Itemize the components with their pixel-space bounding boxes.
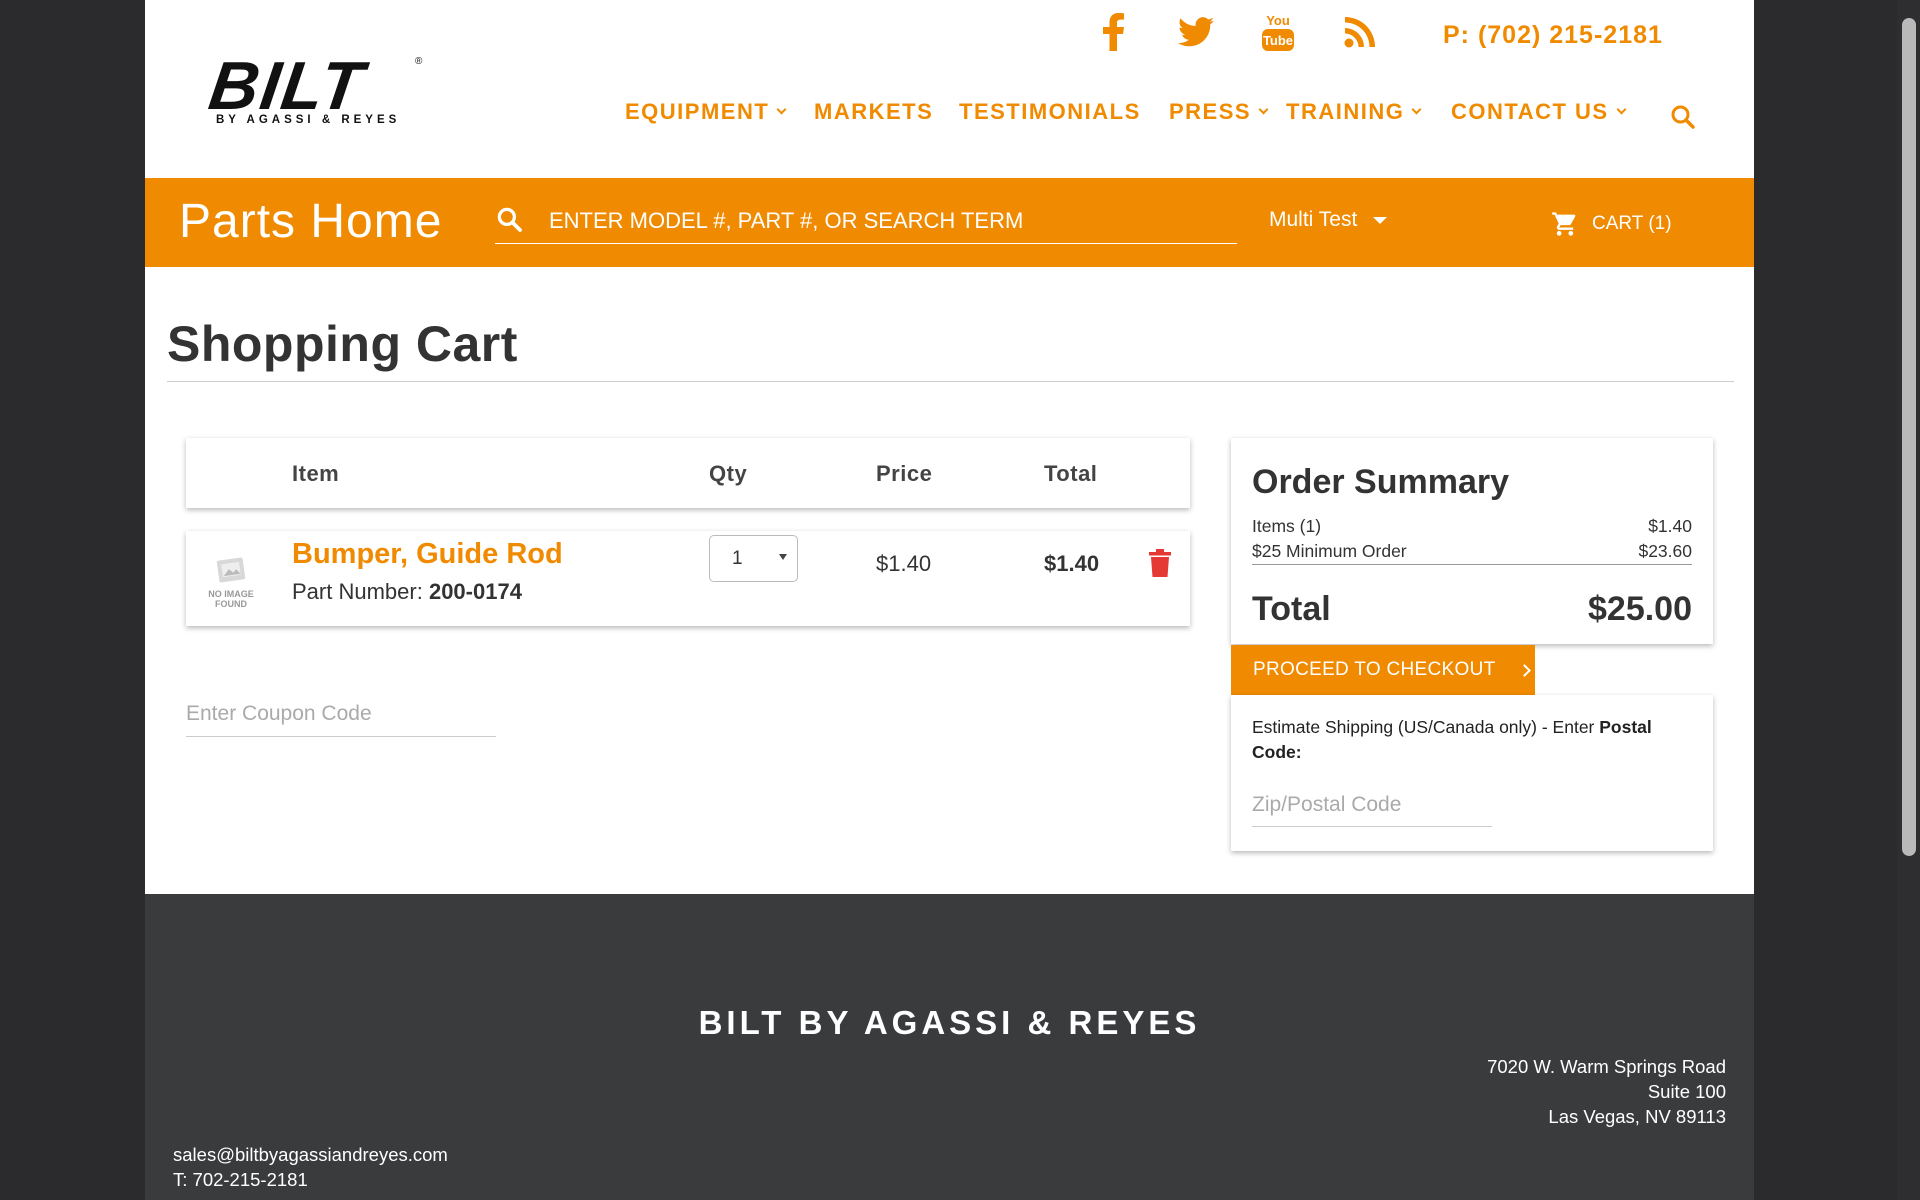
title-divider (167, 381, 1734, 382)
summary-line-items: Items (1) $1.40 (1252, 516, 1692, 537)
part-number: 200-0174 (428, 579, 522, 604)
search-icon[interactable] (1670, 104, 1696, 130)
chevron-right-icon (1517, 663, 1531, 677)
cart-link[interactable]: CART (1) (1550, 210, 1672, 238)
address-line: 7020 W. Warm Springs Road (1487, 1056, 1726, 1077)
nav-item-press[interactable]: PRESS (1169, 99, 1269, 125)
youtube-icon[interactable]: You Tube (1253, 10, 1303, 54)
account-dropdown[interactable]: Multi Test (1269, 208, 1388, 232)
caret-down-icon (779, 554, 787, 560)
column-header-price: Price (876, 461, 933, 486)
svg-text:Tube: Tube (1263, 33, 1293, 48)
logo-tagline: BY AGASSI & REYES (216, 114, 401, 126)
coupon-input[interactable] (186, 696, 486, 732)
nav-item-training[interactable]: TRAINING (1286, 99, 1422, 125)
nav-item-label: PRESS (1169, 99, 1252, 124)
item-name-link[interactable]: Bumper, Guide Rod (292, 538, 563, 571)
summary-line-label: $25 Minimum Order (1252, 541, 1407, 561)
chevron-down-icon (1411, 104, 1422, 114)
column-header-qty: Qty (709, 461, 748, 486)
parts-search (495, 202, 1237, 244)
part-number-line: Part Number: 200-0174 (292, 579, 522, 605)
part-number-label: Part Number: (292, 579, 423, 604)
twitter-icon[interactable] (1171, 10, 1221, 54)
item-total: $1.40 (1044, 551, 1100, 576)
summary-line-value: $1.40 (1648, 516, 1692, 536)
nav-item-label: MARKETS (814, 99, 934, 124)
quantity-value: 1 (732, 548, 743, 569)
footer-brand: BILT BY AGASSI & REYES (698, 1004, 1201, 1041)
nav-item-label: TRAINING (1286, 99, 1405, 124)
account-name: Multi Test (1269, 208, 1358, 231)
shipping-estimate: Estimate Shipping (US/Canada only) - Ent… (1231, 695, 1713, 851)
summary-total: Total $25.00 (1252, 590, 1692, 629)
logo-registered-mark: ® (415, 56, 423, 67)
column-header-item: Item (292, 461, 340, 486)
summary-total-label: Total (1252, 590, 1331, 628)
coupon-field (186, 696, 496, 737)
site-footer: BILT BY AGASSI & REYES 7020 W. Warm Spri… (145, 894, 1754, 1200)
page: BILT ® BY AGASSI & REYES You Tube P: (70… (145, 0, 1754, 1200)
nav-item-equipment[interactable]: EQUIPMENT (625, 99, 787, 125)
scrollbar-thumb[interactable] (1902, 18, 1916, 856)
cart-table-header: Item Qty Price Total (186, 438, 1190, 508)
nav-item-testimonials[interactable]: TESTIMONIALS (959, 99, 1141, 125)
quantity-select[interactable]: 1 (709, 535, 798, 582)
rss-icon[interactable] (1335, 10, 1385, 54)
image-placeholder-icon (216, 557, 246, 583)
cart-row: NO IMAGE FOUND Bumper, Guide Rod Part Nu… (186, 531, 1190, 626)
checkout-button-label: PROCEED TO CHECKOUT (1253, 659, 1496, 680)
bilt-logo[interactable]: BILT ® BY AGASSI & REYES (205, 48, 430, 142)
order-summary-title: Order Summary (1252, 463, 1509, 501)
summary-line-value: $23.60 (1638, 541, 1692, 561)
main-content: Shopping Cart Item Qty Price Total NO IM… (145, 267, 1754, 894)
address-line: Suite 100 (1647, 1081, 1726, 1102)
nav-item-label: EQUIPMENT (625, 99, 770, 124)
search-icon[interactable] (495, 205, 525, 235)
chevron-down-icon (776, 104, 787, 114)
page-background-right (1754, 0, 1897, 1200)
chevron-down-icon (1616, 104, 1627, 114)
nav-item-label: TESTIMONIALS (959, 99, 1141, 124)
footer-phone[interactable]: T: 702-215-2181 (173, 1167, 448, 1192)
scrollbar[interactable] (1897, 0, 1920, 1200)
nav-item-contact-us[interactable]: CONTACT US (1451, 99, 1627, 125)
summary-total-value: $25.00 (1588, 590, 1692, 628)
summary-line-label: Items (1) (1252, 516, 1322, 536)
no-image-text: NO IMAGE FOUND (208, 589, 254, 609)
caret-down-icon (1373, 216, 1388, 224)
site-header: BILT ® BY AGASSI & REYES You Tube P: (70… (145, 0, 1754, 178)
column-header-total: Total (1044, 461, 1098, 486)
nav-item-markets[interactable]: MARKETS (814, 99, 933, 125)
logo-wordmark: BILT (204, 48, 370, 124)
address-line: Las Vegas, NV 89113 (1548, 1106, 1726, 1127)
zip-field (1252, 787, 1492, 827)
footer-contact: sales@biltbyagassiandreyes.com T: 702-21… (173, 1142, 448, 1192)
page-title: Shopping Cart (167, 316, 518, 372)
chevron-down-icon (1258, 104, 1269, 114)
shipping-instructions: Estimate Shipping (US/Canada only) - Ent… (1252, 715, 1692, 765)
trash-icon[interactable] (1149, 549, 1171, 577)
parts-bar: Parts Home Multi Test CART (1) (145, 178, 1754, 267)
svg-text:You: You (1266, 13, 1290, 28)
summary-divider (1252, 564, 1692, 565)
parts-home-title[interactable]: Parts Home (179, 194, 442, 249)
cart-icon (1552, 212, 1576, 236)
product-image-placeholder: NO IMAGE FOUND (201, 551, 261, 613)
proceed-to-checkout-button[interactable]: PROCEED TO CHECKOUT (1231, 645, 1535, 695)
parts-search-input[interactable] (549, 204, 1229, 238)
nav-item-label: CONTACT US (1451, 99, 1609, 124)
zip-input[interactable] (1252, 787, 1482, 823)
item-price: $1.40 (876, 551, 932, 576)
order-summary: Order Summary Items (1) $1.40 $25 Minimu… (1231, 438, 1713, 644)
summary-line-minimum: $25 Minimum Order $23.60 (1252, 541, 1692, 562)
header-phone[interactable]: P: (702) 215-2181 (1443, 21, 1663, 50)
shipping-text: Estimate Shipping (US/Canada only) - Ent… (1252, 717, 1600, 737)
facebook-icon[interactable] (1089, 10, 1139, 54)
cart-label: CART (1) (1592, 213, 1672, 234)
page-background-left (0, 0, 145, 1200)
footer-email[interactable]: sales@biltbyagassiandreyes.com (173, 1142, 448, 1167)
footer-address: 7020 W. Warm Springs Road Suite 100 Las … (1487, 1054, 1726, 1129)
